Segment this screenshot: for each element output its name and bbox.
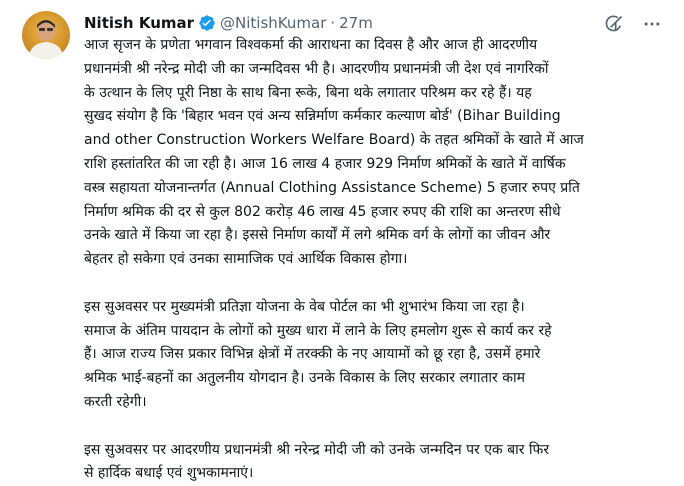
paragraph-break [84,415,676,439]
avatar[interactable] [22,11,70,59]
tweet-text-line: हैं। आज राज्य जिस प्रकार विभिन्न क्षेत्र… [84,346,541,363]
grok-icon[interactable] [604,14,624,34]
tweet-text-line: सुखद संयोग है कि 'बिहार भवन एवं अन्य सन्… [84,108,561,125]
tweet-text-line: समाज के अंतिम पायदान के लोगों को मुख्य ध… [84,322,552,339]
tweet-text-line: उनके खाते में किया जा रहा है। इससे निर्म… [84,227,551,244]
tweet-text: आज सृजन के प्रणेता भगवान विश्वकर्मा की आ… [84,34,676,486]
tweet-text-line: बेहतर हो सकेगा एवं उनका सामाजिक एवं आर्थ… [84,251,408,268]
tweet-text-line: and other Construction Workers Welfare B… [84,132,584,149]
author-name[interactable]: Nitish Kumar [84,14,194,32]
tweet-header: Nitish Kumar @NitishKumar · 27m [84,11,373,35]
tweet-text-line: से हार्दिक बधाई एवं शुभकामनाएं। [84,465,254,482]
tweet-text-line: आज सृजन के प्रणेता भगवान विश्वकर्मा की आ… [84,37,538,53]
avatar-photo [28,20,64,59]
tweet-text-line: के उत्थान के लिए पूरी निष्ठा के साथ बिना… [84,84,532,101]
more-options-icon[interactable] [642,14,662,34]
verified-badge-icon [198,14,216,32]
tweet-text-line: वस्त्र सहायता योजनान्तर्गत (Annual Cloth… [84,179,580,196]
tweet-text-line: निर्माण श्रमिक की दर से कुल 802 करोड़ 46… [84,203,561,220]
separator-dot: · [330,14,336,32]
tweet-text-line: प्रधानमंत्री श्री नरेन्द्र मोदी जी का जन… [84,60,549,77]
tweet-text-line: करती रहेगी। [84,393,147,410]
tweet-timestamp[interactable]: 27m [339,14,373,32]
author-handle[interactable]: @NitishKumar [220,14,326,32]
tweet-text-line: श्रमिक भाई-बहनों का अतुलनीय योगदान है। उ… [84,370,525,387]
paragraph-break [84,272,676,296]
tweet-text-line: राशि हस्तांतरित की जा रही है। आज 16 लाख … [84,155,566,172]
tweet-text-line: इस सुअवसर पर मुख्यमंत्री प्रतिज्ञा योजना… [84,298,525,315]
